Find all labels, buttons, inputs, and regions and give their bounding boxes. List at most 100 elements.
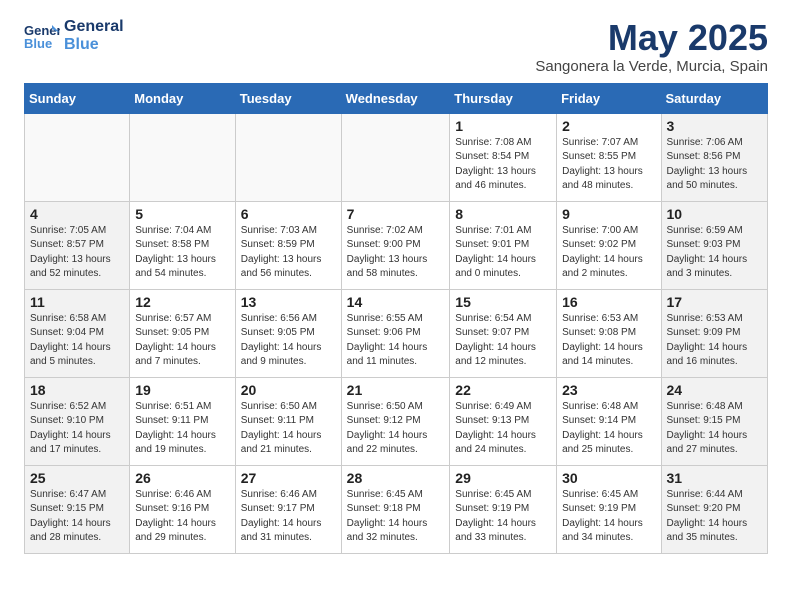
day-number: 6 xyxy=(241,206,336,222)
day-number: 26 xyxy=(135,470,230,486)
day-info: Sunrise: 7:02 AM Sunset: 9:00 PM Dayligh… xyxy=(347,224,445,282)
calendar-day: 25 Sunrise: 6:47 AM Sunset: 9:15 PM Dayli… xyxy=(25,465,130,553)
day-number: 7 xyxy=(347,206,445,222)
calendar-day: 24 Sunrise: 6:48 AM Sunset: 9:15 PM Dayli… xyxy=(661,377,767,465)
calendar-day: 3Sunrise: 7:06 AM Sunset: 8:56 PM Daylig… xyxy=(661,113,767,201)
calendar-day: 23 Sunrise: 6:48 AM Sunset: 9:14 PM Dayli… xyxy=(557,377,661,465)
page-header: General Blue General Blue May 2025 Sango… xyxy=(0,0,792,83)
day-number: 4 xyxy=(30,206,124,222)
day-info: Sunrise: 6:57 AM Sunset: 9:05 PM Dayligh… xyxy=(135,312,230,370)
month-title: May 2025 xyxy=(535,18,768,58)
day-info: Sunrise: 7:04 AM Sunset: 8:58 PM Dayligh… xyxy=(135,224,230,282)
calendar-container: SundayMondayTuesdayWednesdayThursdayFrid… xyxy=(0,83,792,566)
day-info: Sunrise: 6:50 AM Sunset: 9:12 PM Dayligh… xyxy=(347,400,445,458)
day-info: Sunrise: 6:52 AM Sunset: 9:10 PM Dayligh… xyxy=(30,400,124,458)
day-info: Sunrise: 6:47 AM Sunset: 9:15 PM Dayligh… xyxy=(30,488,124,546)
day-info: Sunrise: 7:05 AM Sunset: 8:57 PM Dayligh… xyxy=(30,224,124,282)
calendar-day: 19 Sunrise: 6:51 AM Sunset: 9:11 PM Dayli… xyxy=(130,377,236,465)
calendar-day: 5 Sunrise: 7:04 AM Sunset: 8:58 PM Daylig… xyxy=(130,201,236,289)
day-number: 17 xyxy=(667,294,762,310)
day-number: 28 xyxy=(347,470,445,486)
calendar-header-sunday: Sunday xyxy=(25,83,130,113)
calendar-header-saturday: Saturday xyxy=(661,83,767,113)
day-info: Sunrise: 6:48 AM Sunset: 9:14 PM Dayligh… xyxy=(562,400,655,458)
day-number: 22 xyxy=(455,382,551,398)
day-number: 23 xyxy=(562,382,655,398)
calendar-week-row: 1 Sunrise: 7:08 AM Sunset: 8:54 PM Daylig… xyxy=(25,113,768,201)
calendar-week-row: 11 Sunrise: 6:58 AM Sunset: 9:04 PM Dayli… xyxy=(25,289,768,377)
day-number: 10 xyxy=(667,206,762,222)
calendar-day xyxy=(341,113,450,201)
calendar-day: 7 Sunrise: 7:02 AM Sunset: 9:00 PM Daylig… xyxy=(341,201,450,289)
day-info: Sunrise: 6:51 AM Sunset: 9:11 PM Dayligh… xyxy=(135,400,230,458)
day-info: Sunrise: 6:59 AM Sunset: 9:03 PM Dayligh… xyxy=(667,224,762,282)
day-info: Sunrise: 6:58 AM Sunset: 9:04 PM Dayligh… xyxy=(30,312,124,370)
day-number: 14 xyxy=(347,294,445,310)
day-info: Sunrise: 7:08 AM Sunset: 8:54 PM Dayligh… xyxy=(455,136,551,194)
calendar-table: SundayMondayTuesdayWednesdayThursdayFrid… xyxy=(24,83,768,554)
calendar-day: 9Sunrise: 7:00 AM Sunset: 9:02 PM Daylig… xyxy=(557,201,661,289)
day-info: Sunrise: 6:48 AM Sunset: 9:15 PM Dayligh… xyxy=(667,400,762,458)
day-number: 3 xyxy=(667,118,762,134)
day-number: 19 xyxy=(135,382,230,398)
day-info: Sunrise: 7:07 AM Sunset: 8:55 PM Dayligh… xyxy=(562,136,655,194)
calendar-header-monday: Monday xyxy=(130,83,236,113)
calendar-day: 22 Sunrise: 6:49 AM Sunset: 9:13 PM Dayli… xyxy=(450,377,557,465)
day-info: Sunrise: 6:45 AM Sunset: 9:18 PM Dayligh… xyxy=(347,488,445,546)
day-info: Sunrise: 6:54 AM Sunset: 9:07 PM Dayligh… xyxy=(455,312,551,370)
day-info: Sunrise: 7:01 AM Sunset: 9:01 PM Dayligh… xyxy=(455,224,551,282)
calendar-day: 11 Sunrise: 6:58 AM Sunset: 9:04 PM Dayli… xyxy=(25,289,130,377)
calendar-day: 8 Sunrise: 7:01 AM Sunset: 9:01 PM Daylig… xyxy=(450,201,557,289)
day-number: 16 xyxy=(562,294,655,310)
day-number: 1 xyxy=(455,118,551,134)
calendar-day: 10 Sunrise: 6:59 AM Sunset: 9:03 PM Dayli… xyxy=(661,201,767,289)
calendar-day: 4 Sunrise: 7:05 AM Sunset: 8:57 PM Daylig… xyxy=(25,201,130,289)
day-number: 5 xyxy=(135,206,230,222)
calendar-week-row: 25 Sunrise: 6:47 AM Sunset: 9:15 PM Dayli… xyxy=(25,465,768,553)
calendar-day: 6Sunrise: 7:03 AM Sunset: 8:59 PM Daylig… xyxy=(235,201,341,289)
calendar-week-row: 18Sunrise: 6:52 AM Sunset: 9:10 PM Dayli… xyxy=(25,377,768,465)
calendar-day: 31 Sunrise: 6:44 AM Sunset: 9:20 PM Dayli… xyxy=(661,465,767,553)
day-info: Sunrise: 6:45 AM Sunset: 9:19 PM Dayligh… xyxy=(455,488,551,546)
calendar-day xyxy=(25,113,130,201)
svg-text:Blue: Blue xyxy=(24,36,52,51)
calendar-day: 14 Sunrise: 6:55 AM Sunset: 9:06 PM Dayli… xyxy=(341,289,450,377)
day-number: 25 xyxy=(30,470,124,486)
logo: General Blue General Blue xyxy=(24,18,124,53)
calendar-header-tuesday: Tuesday xyxy=(235,83,341,113)
day-info: Sunrise: 6:44 AM Sunset: 9:20 PM Dayligh… xyxy=(667,488,762,546)
calendar-day: 2Sunrise: 7:07 AM Sunset: 8:55 PM Daylig… xyxy=(557,113,661,201)
day-info: Sunrise: 6:46 AM Sunset: 9:16 PM Dayligh… xyxy=(135,488,230,546)
calendar-day xyxy=(235,113,341,201)
day-number: 12 xyxy=(135,294,230,310)
day-number: 30 xyxy=(562,470,655,486)
calendar-header-wednesday: Wednesday xyxy=(341,83,450,113)
location: Sangonera la Verde, Murcia, Spain xyxy=(535,58,768,75)
calendar-week-row: 4 Sunrise: 7:05 AM Sunset: 8:57 PM Daylig… xyxy=(25,201,768,289)
calendar-day: 16 Sunrise: 6:53 AM Sunset: 9:08 PM Dayli… xyxy=(557,289,661,377)
day-number: 8 xyxy=(455,206,551,222)
day-number: 13 xyxy=(241,294,336,310)
day-number: 24 xyxy=(667,382,762,398)
day-info: Sunrise: 7:00 AM Sunset: 9:02 PM Dayligh… xyxy=(562,224,655,282)
day-info: Sunrise: 6:49 AM Sunset: 9:13 PM Dayligh… xyxy=(455,400,551,458)
day-info: Sunrise: 6:56 AM Sunset: 9:05 PM Dayligh… xyxy=(241,312,336,370)
calendar-day: 1 Sunrise: 7:08 AM Sunset: 8:54 PM Daylig… xyxy=(450,113,557,201)
logo-general: General xyxy=(64,18,124,36)
day-number: 29 xyxy=(455,470,551,486)
logo-icon: General Blue xyxy=(24,21,60,51)
calendar-day: 29 Sunrise: 6:45 AM Sunset: 9:19 PM Dayli… xyxy=(450,465,557,553)
calendar-day: 27Sunrise: 6:46 AM Sunset: 9:17 PM Dayli… xyxy=(235,465,341,553)
day-number: 20 xyxy=(241,382,336,398)
day-number: 31 xyxy=(667,470,762,486)
calendar-day: 26 Sunrise: 6:46 AM Sunset: 9:16 PM Dayli… xyxy=(130,465,236,553)
day-info: Sunrise: 6:53 AM Sunset: 9:08 PM Dayligh… xyxy=(562,312,655,370)
day-info: Sunrise: 6:53 AM Sunset: 9:09 PM Dayligh… xyxy=(667,312,762,370)
calendar-day: 21Sunrise: 6:50 AM Sunset: 9:12 PM Dayli… xyxy=(341,377,450,465)
day-number: 11 xyxy=(30,294,124,310)
calendar-day xyxy=(130,113,236,201)
day-number: 27 xyxy=(241,470,336,486)
title-block: May 2025 Sangonera la Verde, Murcia, Spa… xyxy=(535,18,768,75)
day-info: Sunrise: 6:55 AM Sunset: 9:06 PM Dayligh… xyxy=(347,312,445,370)
calendar-day: 12 Sunrise: 6:57 AM Sunset: 9:05 PM Dayli… xyxy=(130,289,236,377)
